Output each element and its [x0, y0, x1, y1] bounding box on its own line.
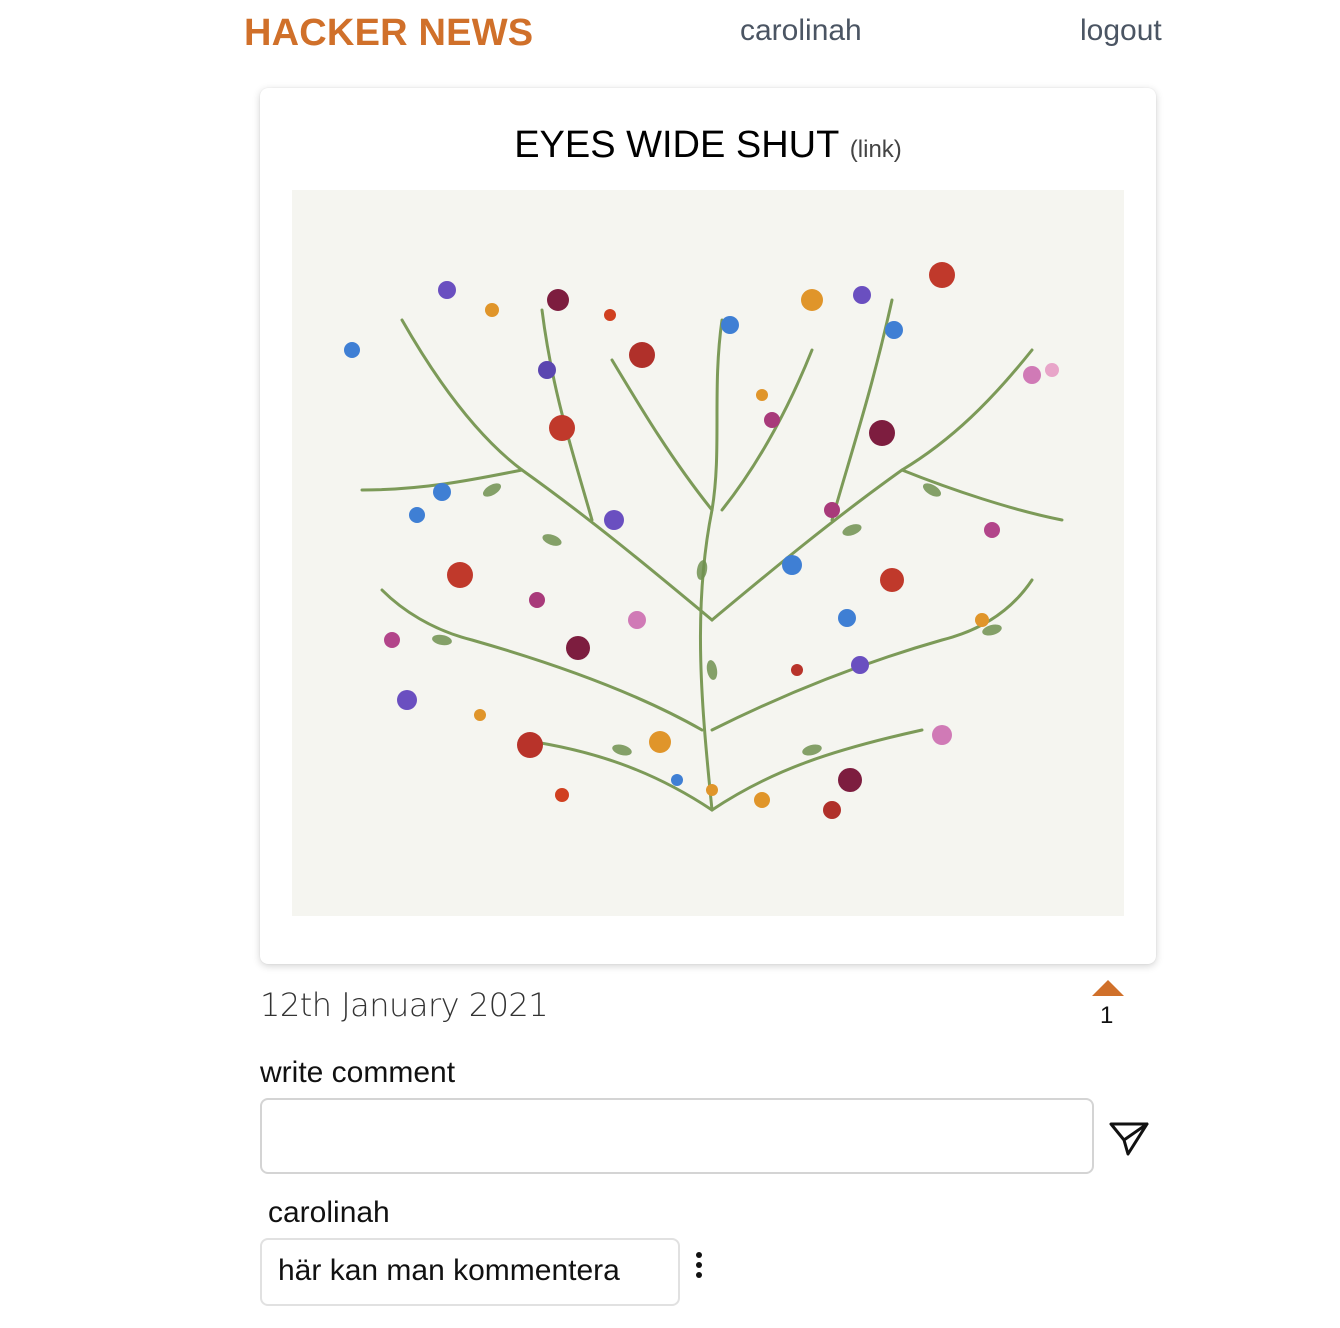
post-date: 12th January 2021: [260, 986, 549, 1024]
floral-illustration: [344, 262, 1064, 819]
write-comment-label: write comment: [260, 1056, 456, 1089]
nav-username[interactable]: carolinah: [740, 14, 862, 48]
post-image: [292, 190, 1124, 916]
comment-input[interactable]: [260, 1098, 1094, 1174]
comment-text: här kan man kommentera: [260, 1238, 680, 1306]
post-card: EYES WIDE SHUT (link): [260, 88, 1156, 964]
comment-author[interactable]: carolinah: [268, 1196, 390, 1230]
logout-link[interactable]: logout: [1080, 14, 1162, 48]
send-icon: [1109, 1122, 1149, 1156]
upvote-arrow-icon[interactable]: [1092, 980, 1124, 996]
brand-logo[interactable]: HACKER NEWS: [244, 12, 533, 55]
more-vertical-icon[interactable]: [690, 1252, 708, 1280]
post-title-row: EYES WIDE SHUT (link): [260, 124, 1156, 167]
vote-count: 1: [1100, 1002, 1114, 1029]
send-comment-button[interactable]: [1106, 1118, 1152, 1160]
post-title: EYES WIDE SHUT: [514, 124, 840, 166]
post-link[interactable]: (link): [850, 136, 902, 163]
